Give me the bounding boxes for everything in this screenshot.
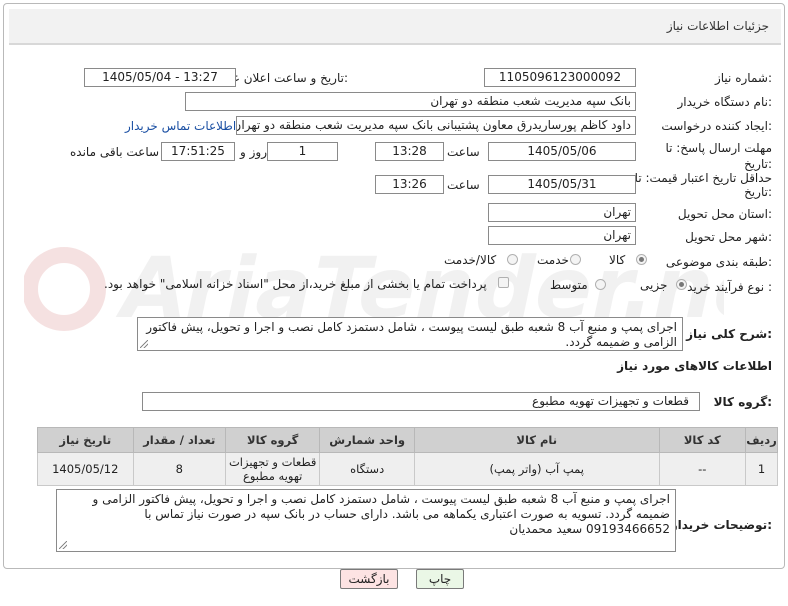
city-field: تهران <box>488 226 636 245</box>
cell-date: 1405/05/12 <box>37 452 134 486</box>
buyer-notes-text: اجرای پمپ و منبع آب 8 شعبه طبق لیست پیوس… <box>92 492 670 536</box>
days-label: روز و <box>240 145 267 159</box>
process-option-medium: متوسط <box>550 278 588 292</box>
deadline-time-label: ساعت <box>447 145 480 159</box>
category-label: طبقه بندی موضوعی: <box>665 255 772 269</box>
price-time-label: ساعت <box>447 178 480 192</box>
col-date: تاریخ نیاز <box>37 427 134 453</box>
announce-field: 1405/05/04 - 13:27 <box>84 68 236 87</box>
col-row: ردیف <box>744 427 779 453</box>
col-name: نام کالا <box>413 427 660 453</box>
back-button[interactable]: بازگشت <box>340 569 398 589</box>
panel-title-bar: جزئیات اطلاعات نیاز <box>9 9 781 45</box>
cell-name: پمپ آب (واتر پمپ) <box>413 452 660 486</box>
cell-row: 1 <box>744 452 779 486</box>
deadline-time-field: 13:28 <box>375 142 444 161</box>
col-quantity: تعداد / مقدار <box>132 427 226 453</box>
description-text: اجرای پمپ و منبع آب 8 شعبه طبق لیست پیوس… <box>146 320 677 349</box>
col-unit: واحد شمارش <box>319 427 415 453</box>
col-group: گروه کالا <box>224 427 321 453</box>
category-option-goods: کالا <box>609 253 626 267</box>
need-number-field: 1105096123000092 <box>484 68 636 87</box>
remaining-label: ساعت باقی مانده <box>70 145 160 159</box>
city-label: شهر محل تحویل: <box>685 230 772 244</box>
category-option-service: خدمت <box>537 253 569 267</box>
buyer-org-label: نام دستگاه خریدار: <box>677 95 773 109</box>
price-date-field: 1405/05/31 <box>488 175 636 194</box>
table-row: 1 -- پمپ آب (واتر پمپ) دستگاه قطعات و تج… <box>37 452 779 486</box>
cell-group: قطعات و تجهیزات تهویه مطبوع <box>224 452 321 486</box>
creator-label: ایجاد کننده درخواست: <box>661 119 772 133</box>
watermark-ring <box>24 247 106 331</box>
panel-title: جزئیات اطلاعات نیاز <box>666 19 769 33</box>
days-field: 1 <box>267 142 338 161</box>
need-number-label: شماره نیاز: <box>714 71 772 85</box>
details-panel: جزئیات اطلاعات نیاز AriaTender.net شماره… <box>3 3 785 569</box>
cell-unit: دستگاه <box>319 452 415 486</box>
resize-grip-icon[interactable] <box>140 340 148 348</box>
deadline-date-field: 1405/05/06 <box>488 142 636 161</box>
buyer-notes-textarea[interactable]: اجرای پمپ و منبع آب 8 شعبه طبق لیست پیوس… <box>56 489 676 552</box>
province-field: تهران <box>488 203 636 222</box>
col-code: کد کالا <box>658 427 746 453</box>
buyer-org-field: بانک سپه مدیریت شعب منطقه دو تهران <box>185 92 636 111</box>
category-radio-service[interactable] <box>570 254 581 265</box>
resize-grip-icon[interactable] <box>59 541 67 549</box>
process-type-label: نوع فرآیند خرید : <box>687 280 772 294</box>
category-option-goods-service: کالا/خدمت <box>444 253 497 267</box>
cell-code: -- <box>658 452 746 486</box>
price-validity-label: حداقل تاریخ اعتبار قیمت: تا تاریخ: <box>634 171 772 199</box>
province-label: استان محل تحویل: <box>677 207 772 221</box>
description-textarea[interactable]: اجرای پمپ و منبع آب 8 شعبه طبق لیست پیوس… <box>137 317 683 351</box>
goods-table-header: ردیف کد کالا نام کالا واحد شمارش گروه کا… <box>37 427 779 453</box>
goods-group-field: قطعات و تجهیزات تهویه مطبوع <box>142 392 700 411</box>
buyer-notes-label: توضیحات خریدار: <box>670 518 772 532</box>
process-radio-minor[interactable] <box>676 279 687 290</box>
print-button[interactable]: چاپ <box>416 569 464 589</box>
contact-buyer-link[interactable]: اطلاعات تماس خریدار <box>125 119 236 133</box>
cell-quantity: 8 <box>132 452 226 486</box>
category-radio-goods[interactable] <box>636 254 647 265</box>
goods-table: ردیف کد کالا نام کالا واحد شمارش گروه کا… <box>37 427 779 486</box>
treasury-payment-note: پرداخت تمام یا بخشی از مبلغ خرید،از محل … <box>104 277 487 291</box>
remaining-time-field: 17:51:25 <box>161 142 235 161</box>
creator-field: داود کاظم پورساریدرق معاون پشتیبانی بانک… <box>236 116 636 135</box>
price-time-field: 13:26 <box>375 175 444 194</box>
process-radio-medium[interactable] <box>595 279 606 290</box>
process-option-minor: جزیی <box>640 278 668 292</box>
deadline-label: مهلت ارسال پاسخ: تا تاریخ: <box>665 141 772 171</box>
goods-section-title: اطلاعات کالاهای مورد نیاز <box>617 359 772 373</box>
description-label: شرح کلی نیاز: <box>686 327 772 341</box>
category-radio-goods-service[interactable] <box>507 254 518 265</box>
goods-group-label: گروه کالا: <box>713 395 772 409</box>
treasury-payment-checkbox[interactable] <box>498 277 509 288</box>
